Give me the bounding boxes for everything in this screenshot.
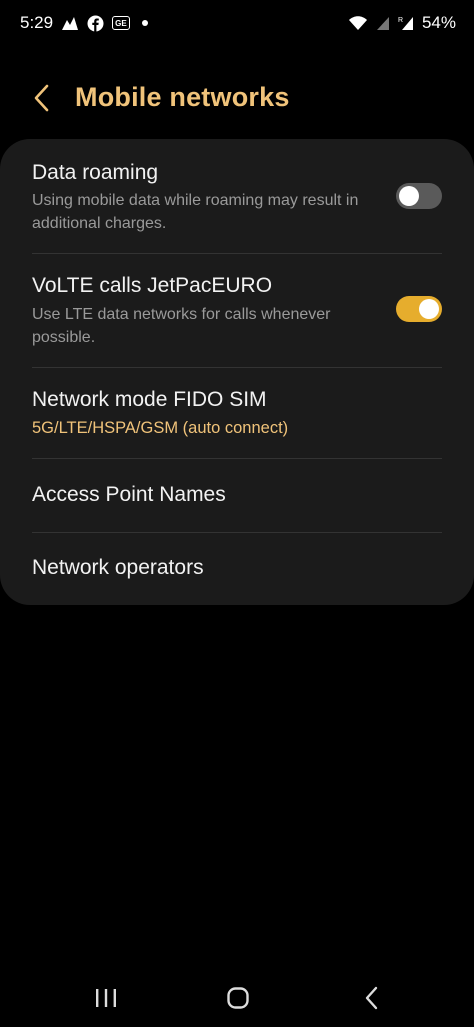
network-operators-row[interactable]: Network operators bbox=[0, 533, 474, 605]
notification-dot-icon bbox=[141, 20, 148, 26]
recent-apps-button[interactable] bbox=[84, 978, 128, 1018]
settings-card: Data roaming Using mobile data while roa… bbox=[0, 139, 474, 605]
home-icon bbox=[227, 987, 249, 1009]
wifi-icon bbox=[348, 15, 368, 31]
header: Mobile networks bbox=[0, 70, 474, 126]
network-mode-row[interactable]: Network mode FIDO SIM 5G/LTE/HSPA/GSM (a… bbox=[0, 368, 474, 458]
page-title: Mobile networks bbox=[75, 82, 290, 112]
back-icon bbox=[365, 986, 378, 1010]
battery-percent: 54% bbox=[421, 13, 456, 32]
toggle-knob bbox=[419, 299, 439, 319]
back-button[interactable] bbox=[24, 80, 60, 116]
volte-row[interactable]: VoLTE calls JetPacEURO Use LTE data netw… bbox=[0, 254, 474, 367]
volte-toggle[interactable] bbox=[396, 296, 442, 322]
apn-row[interactable]: Access Point Names bbox=[0, 459, 474, 532]
network-mode-value: 5G/LTE/HSPA/GSM (auto connect) bbox=[32, 419, 289, 437]
chevron-left-icon bbox=[34, 84, 49, 112]
ge-badge-icon: GE bbox=[112, 16, 130, 30]
activity-icon bbox=[61, 15, 79, 31]
facebook-icon bbox=[87, 15, 104, 32]
signal-icon bbox=[376, 16, 390, 31]
toggle-knob bbox=[399, 186, 419, 206]
volte-title: VoLTE calls JetPacEURO bbox=[32, 274, 273, 297]
recent-apps-icon bbox=[96, 989, 116, 1007]
network-mode-title: Network mode FIDO SIM bbox=[32, 388, 267, 411]
data-roaming-row[interactable]: Data roaming Using mobile data while roa… bbox=[0, 139, 474, 253]
volte-description: Use LTE data networks for calls whenever… bbox=[32, 306, 331, 346]
home-button[interactable] bbox=[216, 978, 260, 1018]
roaming-signal-icon: R bbox=[398, 15, 414, 31]
navigation-bar bbox=[0, 968, 474, 1027]
data-roaming-title: Data roaming bbox=[32, 161, 159, 184]
status-bar: 5:29 GE R 54% bbox=[0, 0, 474, 46]
apn-title: Access Point Names bbox=[32, 483, 226, 506]
data-roaming-toggle[interactable] bbox=[396, 183, 442, 209]
status-right: R 54% bbox=[348, 13, 456, 33]
screen: 5:29 GE R 54% Mobile networks Data roami… bbox=[0, 0, 474, 1027]
back-nav-button[interactable] bbox=[350, 978, 394, 1018]
data-roaming-description: Using mobile data while roaming may resu… bbox=[32, 192, 359, 232]
svg-text:R: R bbox=[398, 17, 403, 24]
status-time: 5:29 bbox=[20, 13, 54, 32]
network-operators-title: Network operators bbox=[32, 556, 204, 579]
status-left: 5:29 GE bbox=[20, 13, 148, 33]
